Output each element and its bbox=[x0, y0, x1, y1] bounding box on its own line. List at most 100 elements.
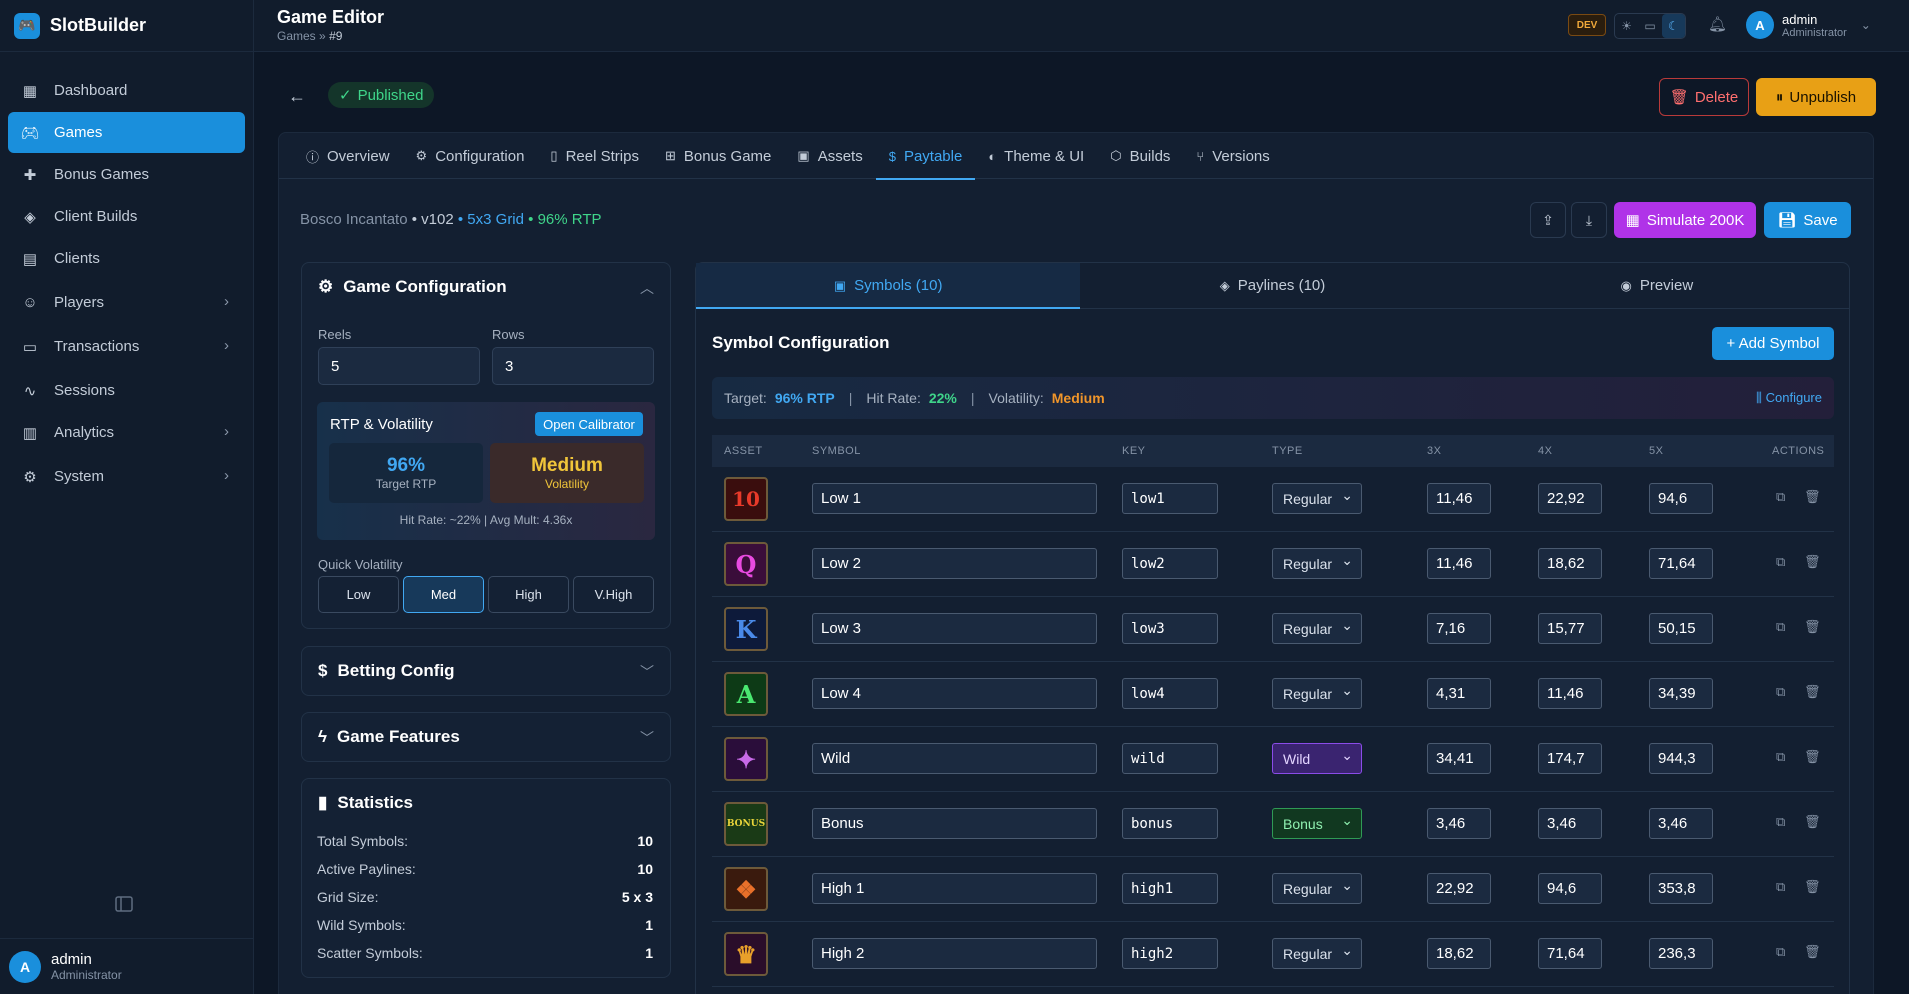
trash-icon[interactable]: 🗑︎ bbox=[1804, 489, 1821, 505]
payout-5x-input[interactable]: 94,6 bbox=[1649, 483, 1713, 514]
symbol-asset[interactable]: ❖ bbox=[724, 867, 768, 911]
symbol-type-select[interactable]: Regular bbox=[1272, 548, 1362, 579]
symbol-key-input[interactable]: wild bbox=[1122, 743, 1218, 774]
symbol-key-input[interactable]: low3 bbox=[1122, 613, 1218, 644]
trash-icon[interactable]: 🗑︎ bbox=[1804, 879, 1821, 895]
copy-icon[interactable]: ⧉ bbox=[1776, 879, 1785, 895]
subtab-preview[interactable]: ◉ Preview bbox=[1465, 263, 1849, 308]
upload-button[interactable]: ⇪ bbox=[1530, 202, 1566, 238]
payout-4x-input[interactable]: 174,7 bbox=[1538, 743, 1602, 774]
simulate-button[interactable]: ▦ Simulate 200K bbox=[1614, 202, 1756, 238]
copy-icon[interactable]: ⧉ bbox=[1776, 619, 1785, 635]
copy-icon[interactable]: ⧉ bbox=[1776, 489, 1785, 505]
symbol-key-input[interactable]: low1 bbox=[1122, 483, 1218, 514]
tab-assets[interactable]: ▣ Assets bbox=[784, 133, 875, 179]
payout-4x-input[interactable]: 11,46 bbox=[1538, 678, 1602, 709]
symbol-name-input[interactable]: Wild bbox=[812, 743, 1097, 774]
collapse-sidebar-icon[interactable] bbox=[114, 894, 136, 916]
payout-5x-input[interactable]: 944,3 bbox=[1649, 743, 1713, 774]
payout-5x-input[interactable]: 50,15 bbox=[1649, 613, 1713, 644]
symbol-type-select[interactable]: Regular bbox=[1272, 873, 1362, 904]
payout-3x-input[interactable]: 18,62 bbox=[1427, 938, 1491, 969]
payout-3x-input[interactable]: 3,46 bbox=[1427, 808, 1491, 839]
copy-icon[interactable]: ⧉ bbox=[1776, 554, 1785, 570]
payout-4x-input[interactable]: 22,92 bbox=[1538, 483, 1602, 514]
sidebar-item-sessions[interactable]: ∿ Sessions bbox=[8, 370, 245, 411]
volatility-med-button[interactable]: Med bbox=[403, 576, 484, 613]
symbol-asset[interactable]: 10 bbox=[724, 477, 768, 521]
trash-icon[interactable]: 🗑︎ bbox=[1804, 684, 1821, 700]
payout-4x-input[interactable]: 71,64 bbox=[1538, 938, 1602, 969]
tab-builds[interactable]: ⬡ Builds bbox=[1097, 133, 1183, 179]
betting-config-panel[interactable]: $ Betting Config ﹀ bbox=[301, 646, 671, 696]
symbol-key-input[interactable]: bonus bbox=[1122, 808, 1218, 839]
trash-icon[interactable]: 🗑︎ bbox=[1804, 944, 1821, 960]
trash-icon[interactable]: 🗑︎ bbox=[1804, 619, 1821, 635]
add-symbol-button[interactable]: + Add Symbol bbox=[1712, 327, 1834, 360]
moon-icon[interactable]: ☾ bbox=[1661, 14, 1685, 38]
sidebar-item-system[interactable]: ⚙ System › bbox=[8, 456, 245, 497]
sidebar-item-client-builds[interactable]: ◈ Client Builds bbox=[8, 196, 245, 237]
sidebar-item-analytics[interactable]: ▥ Analytics › bbox=[8, 412, 245, 453]
game-config-header[interactable]: ⚙ Game Configuration ︿ bbox=[302, 263, 670, 311]
tab-theme-ui[interactable]: ◐ Theme & UI bbox=[975, 133, 1097, 179]
copy-icon[interactable]: ⧉ bbox=[1776, 814, 1785, 830]
sidebar-user[interactable]: A admin Administrator bbox=[0, 938, 254, 994]
sidebar-item-transactions[interactable]: ▭ Transactions › bbox=[8, 326, 245, 367]
payout-5x-input[interactable]: 3,46 bbox=[1649, 808, 1713, 839]
trash-icon[interactable]: 🗑︎ bbox=[1804, 749, 1821, 765]
open-calibrator-button[interactable]: Open Calibrator bbox=[535, 412, 643, 436]
symbol-key-input[interactable]: low2 bbox=[1122, 548, 1218, 579]
symbol-type-select[interactable]: Wild bbox=[1272, 743, 1362, 774]
payout-5x-input[interactable]: 353,8 bbox=[1649, 873, 1713, 904]
symbol-name-input[interactable]: High 1 bbox=[812, 873, 1097, 904]
payout-3x-input[interactable]: 11,46 bbox=[1427, 483, 1491, 514]
unpublish-button[interactable]: ⏸︎ Unpublish bbox=[1756, 78, 1876, 116]
copy-icon[interactable]: ⧉ bbox=[1776, 944, 1785, 960]
payout-4x-input[interactable]: 18,62 bbox=[1538, 548, 1602, 579]
sidebar-item-players[interactable]: ☺ Players › bbox=[8, 282, 245, 323]
payout-4x-input[interactable]: 3,46 bbox=[1538, 808, 1602, 839]
tab-reel-strips[interactable]: ▯ Reel Strips bbox=[537, 133, 652, 179]
payout-3x-input[interactable]: 11,46 bbox=[1427, 548, 1491, 579]
symbol-name-input[interactable]: High 2 bbox=[812, 938, 1097, 969]
configure-link[interactable]: ⫼ Configure bbox=[1756, 390, 1822, 406]
volatility-high-button[interactable]: High bbox=[488, 576, 569, 613]
symbol-key-input[interactable]: low4 bbox=[1122, 678, 1218, 709]
betting-config-header[interactable]: $ Betting Config ﹀ bbox=[302, 647, 670, 695]
symbol-key-input[interactable]: high2 bbox=[1122, 938, 1218, 969]
rows-input[interactable]: 3 bbox=[492, 347, 654, 385]
sidebar-item-dashboard[interactable]: ▦ Dashboard bbox=[8, 70, 245, 111]
payout-3x-input[interactable]: 34,41 bbox=[1427, 743, 1491, 774]
trash-icon[interactable]: 🗑︎ bbox=[1804, 814, 1821, 830]
symbol-asset[interactable]: ✦ bbox=[724, 737, 768, 781]
download-button[interactable]: ⤓ bbox=[1571, 202, 1607, 238]
symbol-name-input[interactable]: Bonus bbox=[812, 808, 1097, 839]
symbol-name-input[interactable]: Low 4 bbox=[812, 678, 1097, 709]
game-features-header[interactable]: ϟ Game Features ﹀ bbox=[302, 713, 670, 761]
delete-button[interactable]: 🗑︎ Delete bbox=[1659, 78, 1749, 116]
tab-configuration[interactable]: ⚙ Configuration bbox=[403, 133, 538, 179]
symbol-type-select[interactable]: Regular bbox=[1272, 483, 1362, 514]
symbol-asset[interactable]: A bbox=[724, 672, 768, 716]
user-menu[interactable]: A admin Administrator ⌄ bbox=[1746, 11, 1871, 39]
symbol-type-select[interactable]: Bonus bbox=[1272, 808, 1362, 839]
symbol-asset[interactable]: BONUS bbox=[724, 802, 768, 846]
symbol-type-select[interactable]: Regular bbox=[1272, 678, 1362, 709]
symbol-type-select[interactable]: Regular bbox=[1272, 613, 1362, 644]
payout-3x-input[interactable]: 22,92 bbox=[1427, 873, 1491, 904]
tab-paytable[interactable]: $ Paytable bbox=[875, 133, 976, 180]
back-arrow-icon[interactable]: ← bbox=[288, 86, 306, 107]
symbol-type-select[interactable]: Regular bbox=[1272, 938, 1362, 969]
tab-bonus-game[interactable]: ⊞ Bonus Game bbox=[652, 133, 784, 179]
save-button[interactable]: 💾︎ Save bbox=[1764, 202, 1851, 238]
symbol-asset[interactable]: K bbox=[724, 607, 768, 651]
symbol-asset[interactable]: Q bbox=[724, 542, 768, 586]
subtab-symbols[interactable]: ▣ Symbols (10) bbox=[696, 263, 1081, 309]
payout-4x-input[interactable]: 94,6 bbox=[1538, 873, 1602, 904]
game-features-panel[interactable]: ϟ Game Features ﹀ bbox=[301, 712, 671, 762]
reels-input[interactable]: 5 bbox=[318, 347, 480, 385]
breadcrumb-games[interactable]: Games bbox=[277, 29, 316, 43]
monitor-icon[interactable]: ▭ bbox=[1638, 14, 1661, 38]
tab-overview[interactable]: ⓘ Overview bbox=[293, 133, 403, 179]
